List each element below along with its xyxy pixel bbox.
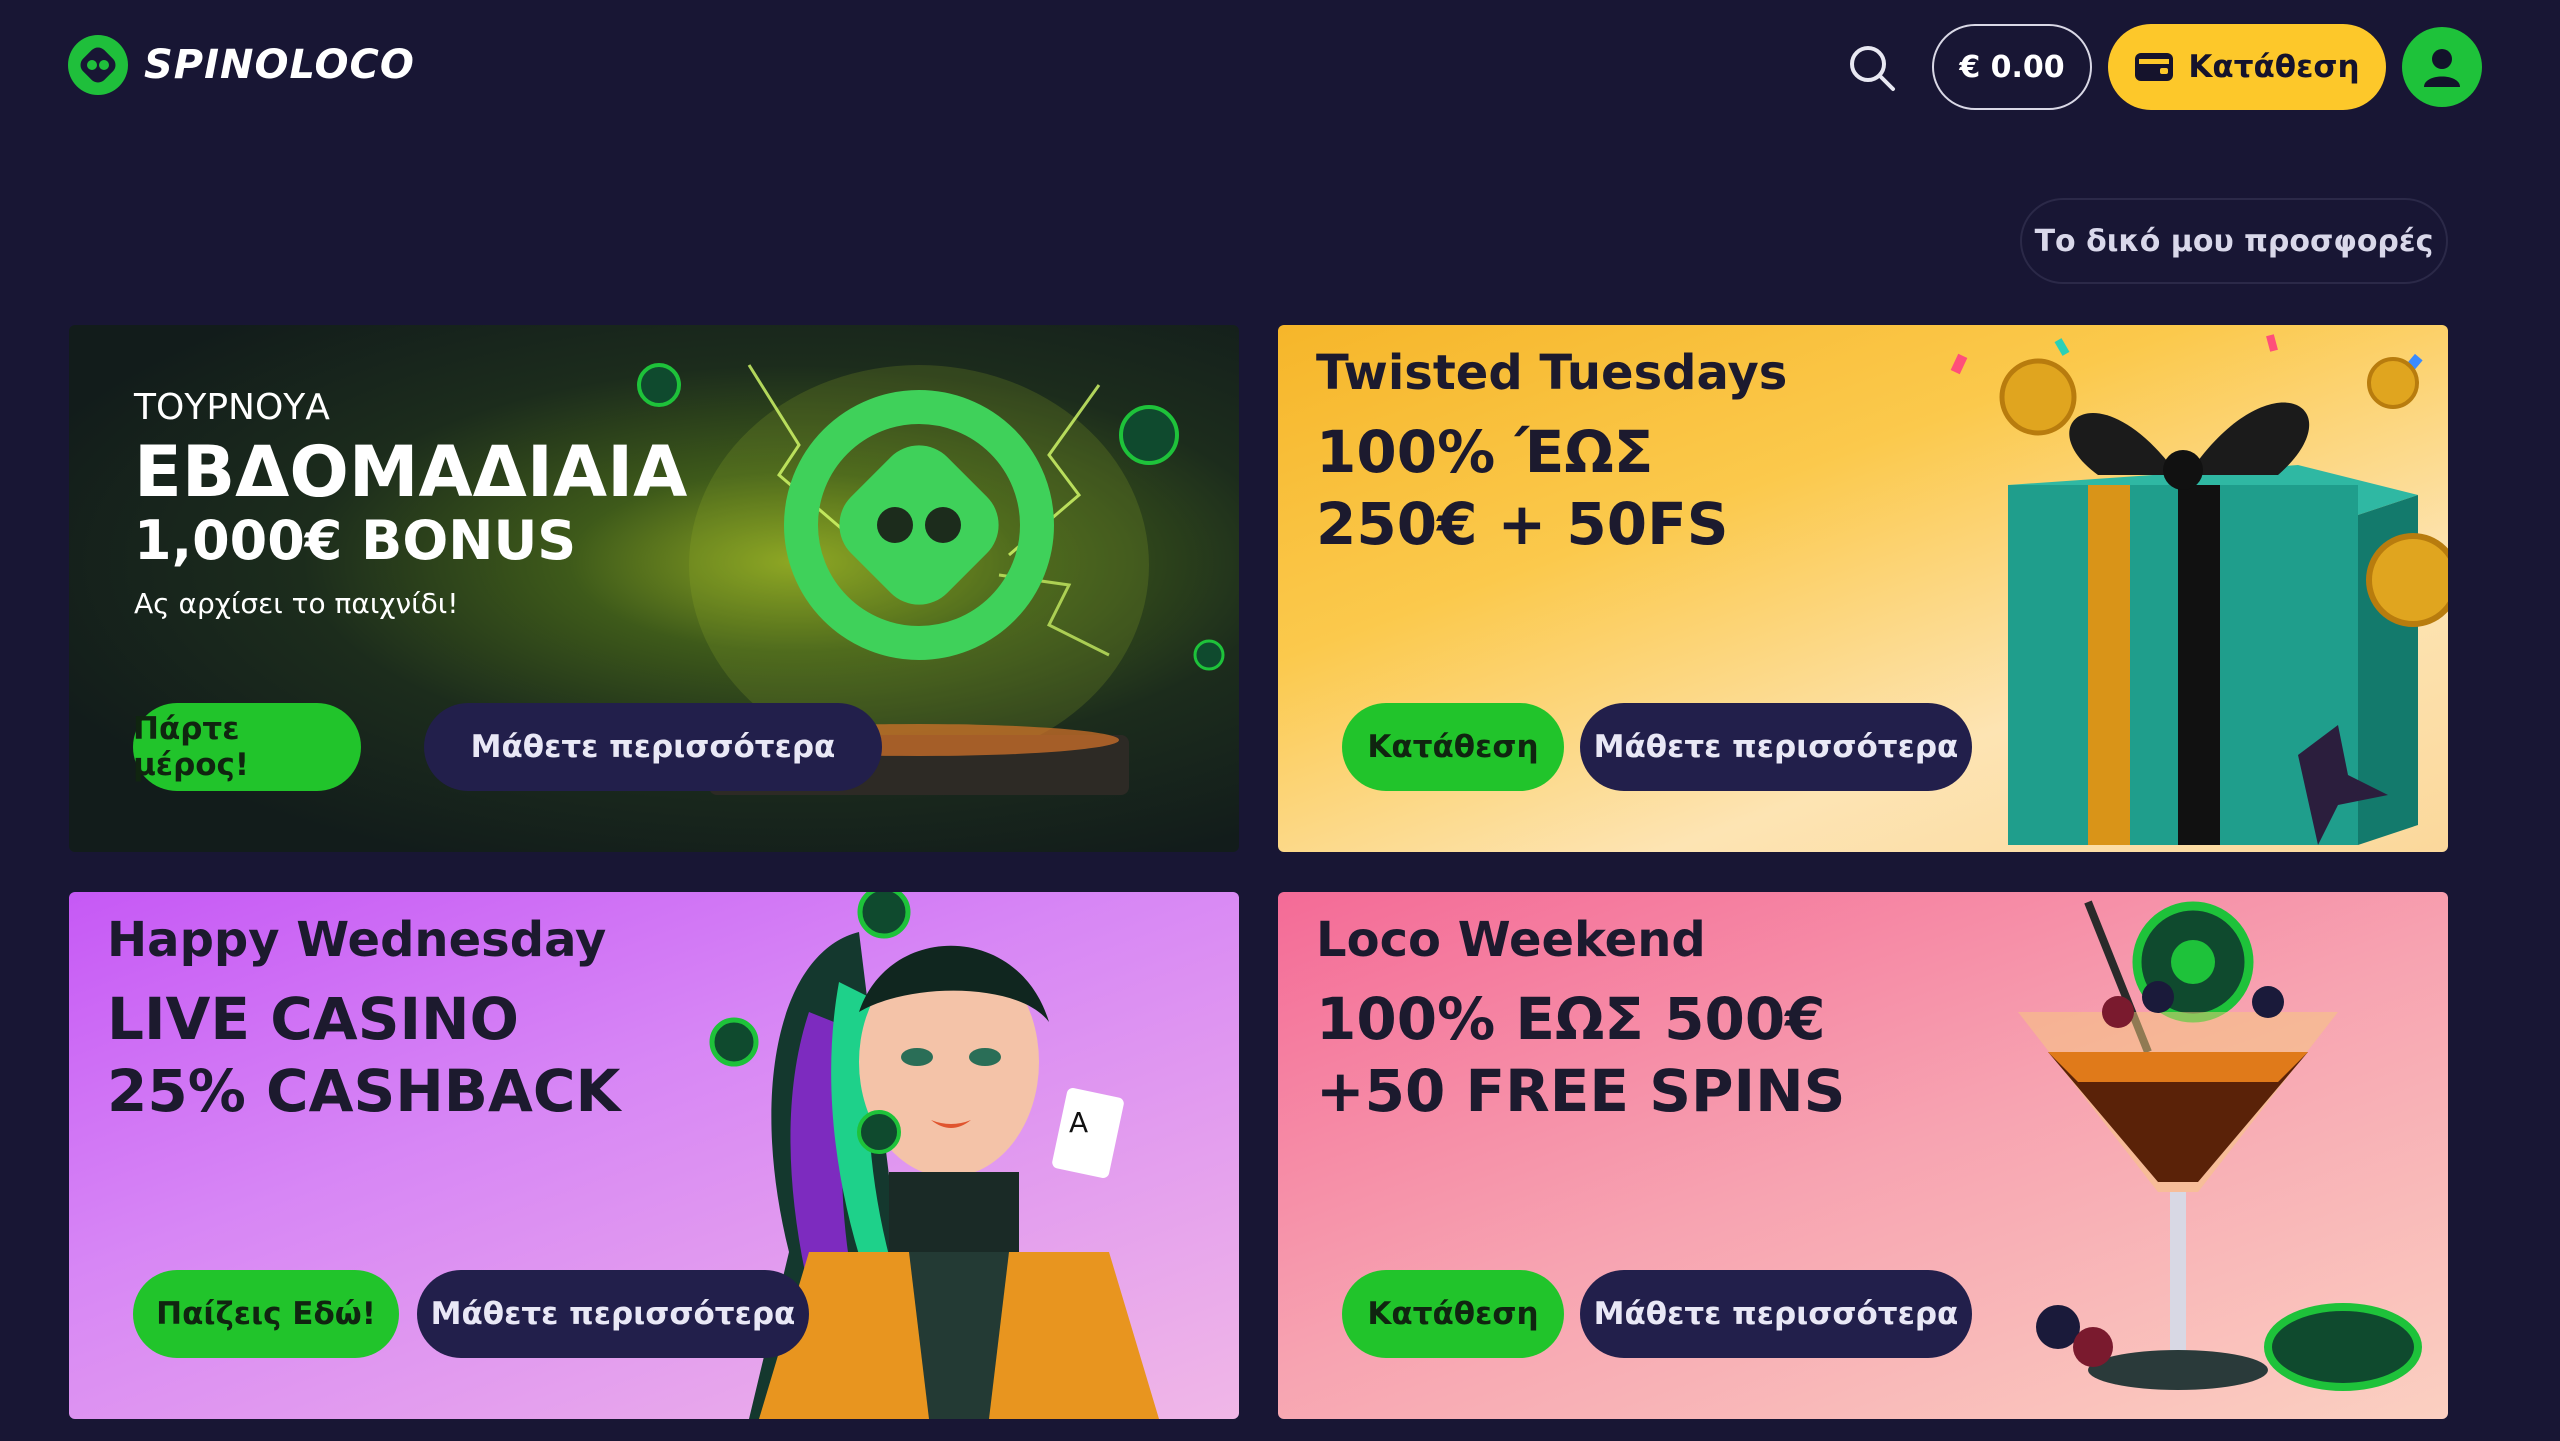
user-icon: [2424, 49, 2460, 87]
learn-more-button[interactable]: Μάθετε περισσότερα: [424, 703, 882, 791]
learn-more-button[interactable]: Μάθετε περισσότερα: [417, 1270, 809, 1358]
svg-text:A: A: [1069, 1106, 1088, 1139]
card-offer-line-1: 100% ΕΩΣ 500€: [1316, 985, 1826, 1053]
my-offers-label: Το δικό μου προσφορές: [2034, 223, 2434, 259]
deposit-button-card[interactable]: Κατάθεση: [1342, 1270, 1564, 1358]
promo-card-happy-wednesday[interactable]: A Happy Wednesday LIVE CASINO 25% CASHBA…: [69, 892, 1239, 1419]
card-offer-line-1: 100% ΈΩΣ: [1316, 418, 1654, 486]
search-icon: [1850, 46, 1895, 91]
play-here-button[interactable]: Παίζεις Εδώ!: [133, 1270, 399, 1358]
account-button[interactable]: [2402, 27, 2482, 107]
search-button[interactable]: [1842, 38, 1902, 98]
cocktail-illustration: [2018, 900, 2422, 1391]
learn-more-button[interactable]: Μάθετε περισσότερα: [1580, 703, 1972, 791]
card-offer-line-1: LIVE CASINO: [107, 985, 519, 1053]
my-offers-button[interactable]: Το δικό μου προσφορές: [2020, 198, 2448, 284]
card-offer-line-2: 25% CASHBACK: [107, 1057, 621, 1125]
promo-card-loco-weekend[interactable]: Loco Weekend 100% ΕΩΣ 500€ +50 FREE SPIN…: [1278, 892, 2448, 1419]
brand-logo[interactable]: SPINOLOCO: [66, 32, 415, 98]
card-eyebrow: ΤΟΥΡΝΟΥΑ: [134, 387, 330, 428]
gift-box-illustration: [1950, 334, 2448, 845]
site-header: SPINOLOCO € 0.00 Κατάθεση: [0, 0, 2560, 136]
card-tagline: Ας αρχίσει το παιχνίδι!: [134, 587, 459, 620]
card-offer-line-2: 250€ + 50FS: [1316, 490, 1729, 558]
balance-amount: € 0.00: [1959, 49, 2065, 85]
promo-card-tournament[interactable]: ΤΟΥΡΝΟΥΑ ΕΒΔΟΜΑΔΙΑΙΑ 1,000€ BONUS Ας αρχ…: [69, 325, 1239, 852]
balance-button[interactable]: € 0.00: [1932, 24, 2092, 110]
card-title: ΕΒΔΟΜΑΔΙΑΙΑ: [134, 431, 688, 513]
wallet-icon: [2135, 53, 2174, 81]
card-subtitle: 1,000€ BONUS: [134, 509, 577, 572]
deposit-label: Κατάθεση: [2188, 49, 2360, 85]
logo-icon: [66, 33, 130, 97]
learn-more-button[interactable]: Μάθετε περισσότερα: [1580, 1270, 1972, 1358]
card-eyebrow: Loco Weekend: [1316, 912, 1706, 968]
card-eyebrow: Happy Wednesday: [107, 912, 607, 968]
card-offer-line-2: +50 FREE SPINS: [1316, 1057, 1846, 1125]
card-eyebrow: Twisted Tuesdays: [1316, 345, 1788, 401]
deposit-button[interactable]: Κατάθεση: [2108, 24, 2386, 110]
promo-card-twisted-tuesdays[interactable]: Twisted Tuesdays 100% ΈΩΣ 250€ + 50FS Κα…: [1278, 325, 2448, 852]
join-button[interactable]: Πάρτε μέρος!: [133, 703, 361, 791]
brand-name: SPINOLOCO: [144, 42, 415, 88]
deposit-button-card[interactable]: Κατάθεση: [1342, 703, 1564, 791]
